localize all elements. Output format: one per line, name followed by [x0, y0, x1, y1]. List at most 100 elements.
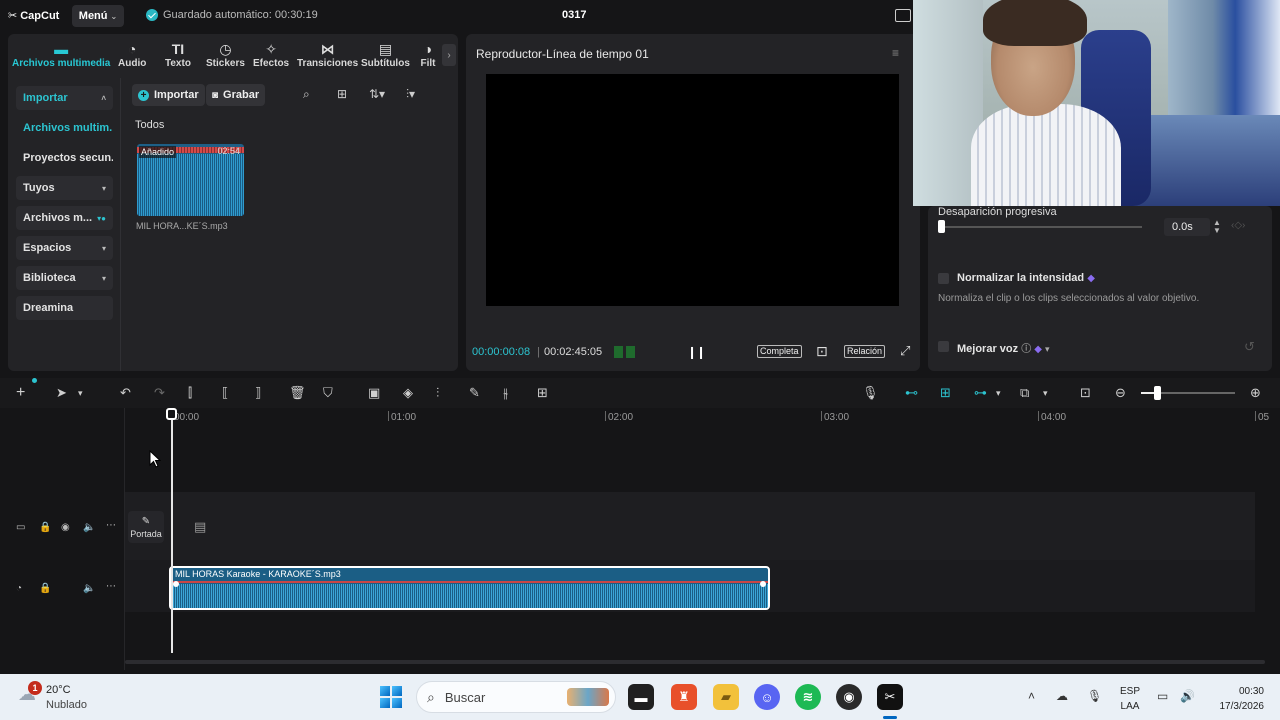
obs-icon[interactable]: ◉: [836, 684, 862, 710]
video-track[interactable]: [125, 492, 1255, 560]
cloud-sync-icon[interactable]: ☁: [1056, 689, 1068, 703]
tab-text[interactable]: TI Texto: [165, 40, 191, 69]
sort-icon[interactable]: ⇅▾: [369, 87, 385, 101]
speaker-icon[interactable]: 🔈: [83, 522, 95, 533]
media-item-thumbnail[interactable]: Añadido 02:54: [137, 144, 244, 216]
undo-icon[interactable]: ↶: [120, 385, 131, 401]
menu-icon[interactable]: ≡: [892, 46, 899, 60]
fade-out-handle[interactable]: [760, 581, 766, 587]
split-right-icon[interactable]: ⟧: [255, 385, 261, 401]
audio-clip[interactable]: MIL HORAS Karaoke - KARAOKE´S.mp3: [169, 566, 770, 610]
layout-icon[interactable]: [895, 9, 911, 22]
video-preview[interactable]: [486, 74, 899, 306]
more-icon[interactable]: ⋯: [106, 581, 116, 592]
crop-focus-icon[interactable]: ⊡: [816, 343, 828, 360]
microphone-icon[interactable]: 🎙: [1087, 689, 1102, 703]
timeline-scrollbar[interactable]: [125, 660, 1265, 664]
tab-media[interactable]: ▬ Archivos multimedia: [12, 40, 110, 69]
captions-icon[interactable]: ▣: [368, 385, 380, 401]
pause-button[interactable]: ❙❙: [687, 345, 706, 359]
chevron-down-icon[interactable]: ▾: [996, 385, 1001, 401]
sidebar-item-dreamina[interactable]: Dreamina: [16, 296, 113, 320]
aspect-ratio-button[interactable]: Relación: [844, 345, 886, 358]
start-button[interactable]: [380, 686, 402, 708]
sidebar-item-spaces[interactable]: Espacios ▾: [16, 236, 113, 260]
playhead-handle[interactable]: [166, 408, 177, 420]
keyframe-icon[interactable]: ‹◇›: [1231, 220, 1245, 231]
split-icon[interactable]: ⫿: [188, 385, 192, 401]
fade-out-slider-track[interactable]: [940, 226, 1142, 228]
chevron-up-icon[interactable]: ˄: [1028, 689, 1035, 703]
ai-tool-icon[interactable]: ◈: [403, 385, 413, 401]
sidebar-item-yours[interactable]: Tuyos ▾: [16, 176, 113, 200]
network-icon[interactable]: ▭: [1157, 689, 1168, 703]
weather-description[interactable]: Nublado: [46, 699, 87, 711]
zoom-slider-handle[interactable]: [1154, 386, 1161, 400]
reset-icon[interactable]: ↺: [1244, 339, 1255, 355]
speaker-icon[interactable]: 🔈: [83, 583, 95, 594]
tab-effects[interactable]: ✧ Efectos: [253, 40, 289, 69]
discord-icon[interactable]: ☺: [754, 684, 780, 710]
eye-icon[interactable]: ◉: [61, 522, 70, 533]
more-icon[interactable]: ⋯: [106, 520, 116, 531]
sidebar-item-library[interactable]: Biblioteca ▾: [16, 266, 113, 290]
redo-icon[interactable]: ↷: [154, 385, 165, 401]
search-icon[interactable]: ⌕: [303, 87, 310, 102]
select-tool-icon[interactable]: ➤: [56, 385, 67, 401]
microphone-icon[interactable]: 🎙: [862, 385, 879, 401]
brave-browser-icon[interactable]: ♜: [671, 684, 697, 710]
cover-button[interactable]: ✎ Portada: [128, 511, 164, 543]
capcut-taskbar-icon[interactable]: ✂: [877, 684, 903, 710]
spotify-icon[interactable]: ≋: [795, 684, 821, 710]
add-track-icon[interactable]: +: [16, 385, 25, 401]
fade-out-value[interactable]: 0.0s: [1172, 221, 1193, 233]
preview-axis-icon[interactable]: ⧉: [1020, 385, 1029, 401]
tab-filters[interactable]: ◑ Filt: [420, 40, 436, 69]
playhead[interactable]: [171, 408, 173, 653]
file-explorer-icon[interactable]: ▰: [713, 684, 739, 710]
sidebar-item-media[interactable]: Archivos multim...: [16, 116, 113, 140]
zoom-out-icon[interactable]: ⊖: [1115, 385, 1126, 401]
record-button[interactable]: ◙ Grabar: [206, 84, 266, 106]
language-indicator[interactable]: ESP LAA: [1120, 684, 1140, 714]
link-icon[interactable]: ⊶: [974, 385, 987, 401]
tab-audio[interactable]: ◔ Audio: [118, 40, 146, 69]
chevron-down-icon[interactable]: ▾: [1043, 385, 1048, 401]
chevron-down-icon[interactable]: ▾: [78, 385, 83, 401]
fade-in-handle[interactable]: [173, 581, 179, 587]
filter-icon[interactable]: ⫶▾: [406, 87, 415, 102]
marker-icon[interactable]: ⛉: [323, 385, 333, 401]
tab-stickers[interactable]: ◷ Stickers: [206, 40, 245, 69]
weather-temperature[interactable]: 20°C: [46, 684, 71, 696]
menu-button[interactable]: Menú ⌄: [72, 5, 124, 27]
auto-snap-icon[interactable]: ⊞: [940, 385, 951, 401]
fade-out-slider-handle[interactable]: [938, 220, 945, 233]
tab-subtitles[interactable]: ▤ Subtítulos: [361, 40, 410, 69]
info-icon[interactable]: ⓘ: [1021, 344, 1031, 355]
full-quality-button[interactable]: Completa: [757, 345, 802, 358]
sidebar-item-files[interactable]: Archivos m... ▾●: [16, 206, 113, 230]
split-left-icon[interactable]: ⟦: [222, 385, 228, 401]
fullscreen-icon[interactable]: ⤢: [900, 343, 910, 359]
volume-icon[interactable]: 🔊: [1180, 689, 1195, 703]
tab-transitions[interactable]: ⋈ Transiciones: [297, 40, 358, 69]
audio-mixer-icon[interactable]: ⫶: [436, 385, 439, 401]
main-track-magnet-icon[interactable]: ⊷: [905, 385, 918, 401]
stepper-icon[interactable]: ▲ ▼: [1213, 219, 1221, 235]
taskbar-search[interactable]: ⌕ Buscar: [416, 681, 616, 713]
sidebar-item-subprojects[interactable]: Proyectos secun...: [16, 146, 113, 170]
chevron-down-icon[interactable]: ▾: [1045, 344, 1050, 354]
delete-icon[interactable]: 🗑: [289, 385, 306, 401]
grid-view-icon[interactable]: ⊞: [337, 87, 347, 101]
normalize-checkbox[interactable]: [938, 273, 949, 284]
audio-split-icon[interactable]: ⫳: [503, 385, 508, 401]
import-button[interactable]: + Importar: [132, 84, 205, 106]
tabs-scroll-right-button[interactable]: ›: [442, 44, 456, 66]
lock-icon[interactable]: 🔒: [39, 583, 51, 594]
zoom-in-icon[interactable]: ⊕: [1250, 385, 1261, 401]
task-view-icon[interactable]: ▬: [628, 684, 654, 710]
system-clock[interactable]: 00:30 17/3/2026: [1208, 684, 1265, 714]
sidebar-item-import[interactable]: Importar ˄: [16, 86, 113, 110]
lock-icon[interactable]: 🔒: [39, 522, 51, 533]
crop-icon[interactable]: ⊞: [537, 385, 548, 401]
